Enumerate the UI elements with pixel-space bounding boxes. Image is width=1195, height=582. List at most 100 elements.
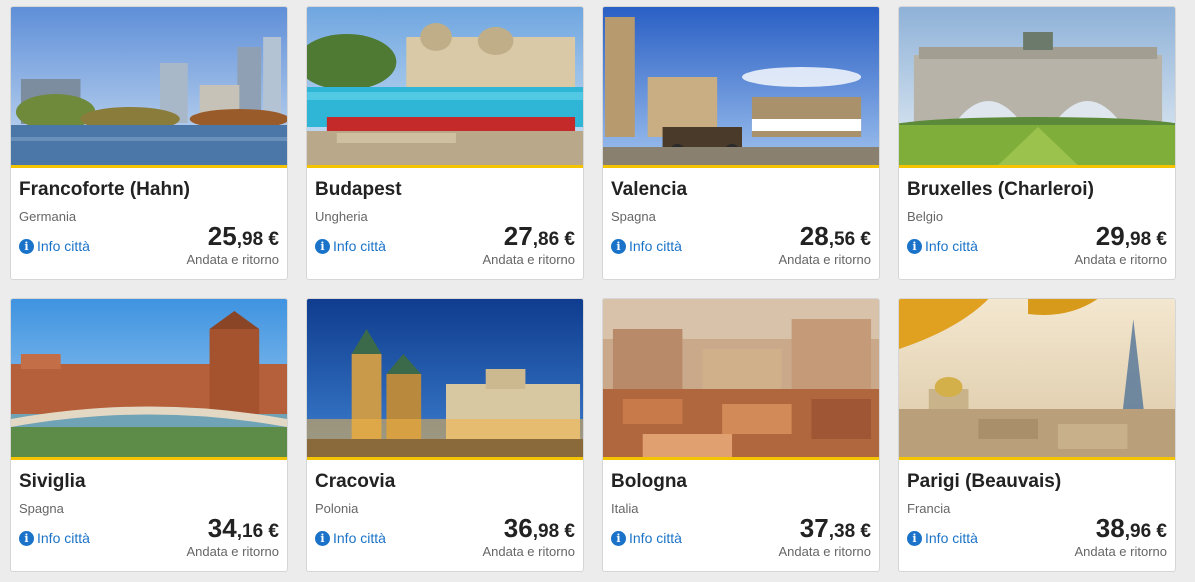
price-currency: €: [855, 521, 871, 542]
accent-bar: [899, 457, 1175, 460]
destination-card[interactable]: Francoforte (Hahn) Germania i Info città …: [10, 6, 288, 280]
country-name: Ungheria: [315, 209, 368, 224]
city-name: Parigi (Beauvais): [907, 471, 1062, 492]
destination-photo: [307, 7, 583, 165]
price: 38,96 €: [1096, 513, 1167, 544]
destination-card[interactable]: Siviglia Spagna i Info città 34,16 € Anda…: [10, 298, 288, 572]
info-icon: i: [315, 530, 330, 546]
info-city-label: Info città: [37, 238, 90, 254]
city-name: Bruxelles (Charleroi): [907, 179, 1094, 200]
destination-card[interactable]: Budapest Ungheria i Info città 27,86 € An…: [306, 6, 584, 280]
price-cents: ,38: [828, 521, 856, 542]
trip-type: Andata e ritorno: [482, 252, 575, 267]
destination-card[interactable]: Bologna Italia i Info città 37,38 € Andat…: [602, 298, 880, 572]
price: 34,16 €: [208, 513, 279, 544]
city-name: Budapest: [315, 179, 402, 200]
country-name: Polonia: [315, 501, 359, 516]
accent-bar: [11, 165, 287, 168]
info-city-label: Info città: [333, 238, 386, 254]
destination-photo: [899, 299, 1175, 457]
price-cents: ,96: [1124, 521, 1152, 542]
price-whole: 36: [503, 513, 533, 543]
accent-bar: [603, 165, 879, 168]
price-currency: €: [559, 521, 575, 542]
price-currency: €: [559, 229, 575, 250]
info-city-label: Info città: [629, 238, 682, 254]
info-city-link[interactable]: i Info città: [315, 530, 386, 546]
price-whole: 29: [1095, 221, 1125, 251]
accent-bar: [603, 457, 879, 460]
price-cents: ,98: [532, 521, 560, 542]
price: 37,38 €: [800, 513, 871, 544]
trip-type: Andata e ritorno: [1074, 252, 1167, 267]
trip-type: Andata e ritorno: [778, 252, 871, 267]
destination-card[interactable]: Bruxelles (Charleroi) Belgio i Info città…: [898, 6, 1176, 280]
price-cents: ,16: [236, 521, 264, 542]
trip-type: Andata e ritorno: [778, 544, 871, 559]
price-whole: 28: [799, 221, 829, 251]
accent-bar: [11, 457, 287, 460]
country-name: Germania: [19, 209, 77, 224]
info-city-link[interactable]: i Info città: [19, 238, 90, 254]
trip-type: Andata e ritorno: [1074, 544, 1167, 559]
info-icon: i: [611, 530, 626, 546]
city-name: Siviglia: [19, 471, 86, 492]
price: 25,98 €: [208, 221, 279, 252]
info-city-link[interactable]: i Info città: [907, 238, 978, 254]
trip-type: Andata e ritorno: [186, 252, 279, 267]
info-icon: i: [907, 238, 922, 254]
info-city-link[interactable]: i Info città: [611, 530, 682, 546]
price-whole: 38: [1095, 513, 1125, 543]
destination-photo: [899, 7, 1175, 165]
trip-type: Andata e ritorno: [482, 544, 575, 559]
price-currency: €: [1151, 229, 1167, 250]
destination-card[interactable]: Cracovia Polonia i Info città 36,98 € And…: [306, 298, 584, 572]
price: 36,98 €: [504, 513, 575, 544]
price-currency: €: [1151, 521, 1167, 542]
info-city-label: Info città: [333, 530, 386, 546]
price-cents: ,98: [236, 229, 264, 250]
destination-photo: [603, 7, 879, 165]
info-icon: i: [19, 530, 34, 546]
price-currency: €: [855, 229, 871, 250]
info-icon: i: [907, 530, 922, 546]
destination-photo: [11, 7, 287, 165]
info-icon: i: [315, 238, 330, 254]
country-name: Belgio: [907, 209, 944, 224]
price-currency: €: [263, 229, 279, 250]
price-currency: €: [263, 521, 279, 542]
accent-bar: [899, 165, 1175, 168]
country-name: Spagna: [611, 209, 656, 224]
city-name: Francoforte (Hahn): [19, 179, 190, 200]
accent-bar: [307, 165, 583, 168]
price-cents: ,56: [828, 229, 856, 250]
price-cents: ,98: [1124, 229, 1152, 250]
price: 28,56 €: [800, 221, 871, 252]
price-whole: 27: [503, 221, 533, 251]
info-icon: i: [611, 238, 626, 254]
city-name: Valencia: [611, 179, 688, 200]
city-name: Bologna: [611, 471, 687, 492]
trip-type: Andata e ritorno: [186, 544, 279, 559]
destination-photo: [603, 299, 879, 457]
price: 29,98 €: [1096, 221, 1167, 252]
price-whole: 34: [207, 513, 237, 543]
info-icon: i: [19, 238, 34, 254]
info-city-link[interactable]: i Info città: [611, 238, 682, 254]
country-name: Francia: [907, 501, 951, 516]
destination-card[interactable]: Valencia Spagna i Info città 28,56 € Anda…: [602, 6, 880, 280]
info-city-link[interactable]: i Info città: [19, 530, 90, 546]
info-city-link[interactable]: i Info città: [315, 238, 386, 254]
accent-bar: [307, 457, 583, 460]
price: 27,86 €: [504, 221, 575, 252]
info-city-link[interactable]: i Info città: [907, 530, 978, 546]
info-city-label: Info città: [925, 530, 978, 546]
info-city-label: Info città: [925, 238, 978, 254]
info-city-label: Info città: [37, 530, 90, 546]
destinations-grid: Francoforte (Hahn) Germania i Info città …: [0, 0, 1195, 582]
price-whole: 37: [799, 513, 829, 543]
destination-card[interactable]: Parigi (Beauvais) Francia i Info città 38…: [898, 298, 1176, 572]
destination-photo: [307, 299, 583, 457]
country-name: Spagna: [19, 501, 64, 516]
country-name: Italia: [611, 501, 639, 516]
